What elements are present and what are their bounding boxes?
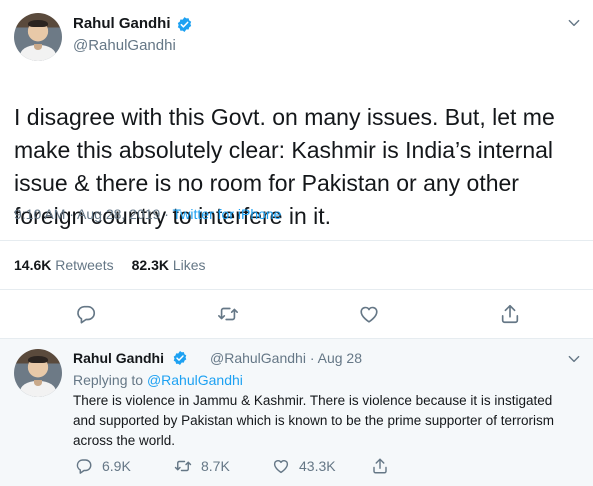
like-icon	[360, 306, 378, 323]
reply-retweet-button[interactable]: 8.7K	[174, 457, 230, 475]
like-icon	[273, 460, 289, 474]
reply-reply-button[interactable]: 6.9K	[75, 457, 131, 475]
divider	[0, 240, 593, 241]
chevron-down-icon[interactable]	[567, 16, 581, 30]
reply-author-avatar[interactable]	[14, 349, 62, 397]
replying-to: Replying to @RahulGandhi	[73, 372, 243, 388]
retweets-stat[interactable]: 14.6K Retweets	[14, 257, 114, 273]
author-name[interactable]: Rahul Gandhi	[73, 15, 171, 32]
retweet-count: 8.7K	[201, 458, 230, 474]
retweet-icon	[174, 460, 192, 472]
like-count: 43.3K	[299, 458, 336, 474]
share-icon	[501, 304, 519, 324]
share-button[interactable]	[499, 303, 521, 325]
divider	[0, 289, 593, 290]
likes-label: Likes	[172, 257, 206, 273]
tweet-stats: 14.6K Retweets 82.3K Likes	[14, 257, 206, 273]
chevron-down-icon[interactable]	[567, 352, 581, 366]
verified-badge-icon	[177, 17, 192, 32]
tweet-timestamp[interactable]: 9:10 AM · Aug 28, 2019 ·	[14, 206, 173, 222]
tweet-source[interactable]: Twitter for iPhone	[173, 206, 282, 222]
reply-button[interactable]	[75, 303, 97, 325]
reply-count: 6.9K	[102, 458, 131, 474]
reply-icon	[77, 305, 96, 324]
author-handle[interactable]: @RahulGandhi	[73, 37, 176, 54]
likes-stat[interactable]: 82.3K Likes	[132, 257, 206, 273]
reply-icon	[76, 459, 92, 474]
reply-share-button[interactable]	[371, 457, 398, 475]
retweets-label: Retweets	[55, 257, 114, 273]
retweet-button[interactable]	[217, 303, 239, 325]
reply-tweet[interactable]: Rahul Gandhi @RahulGandhi · Aug 28 Reply…	[0, 339, 593, 486]
replying-to-prefix: Replying to	[73, 372, 147, 388]
reply-handle-date[interactable]: @RahulGandhi · Aug 28	[210, 350, 362, 366]
likes-count: 82.3K	[131, 257, 169, 273]
verified-badge-icon	[173, 351, 187, 365]
reply-text: There is violence in Jammu & Kashmir. Th…	[73, 393, 554, 448]
like-button[interactable]	[358, 303, 380, 325]
main-tweet: Rahul Gandhi @RahulGandhi I disagree wit…	[0, 0, 593, 338]
author-avatar[interactable]	[14, 13, 62, 61]
share-icon	[373, 458, 387, 474]
retweets-count: 14.6K	[14, 257, 52, 273]
tweet-meta: 9:10 AM · Aug 28, 2019 · Twitter for iPh…	[14, 206, 281, 222]
replying-to-handle[interactable]: @RahulGandhi	[147, 372, 243, 388]
retweet-icon	[218, 307, 238, 321]
reply-author-name[interactable]: Rahul Gandhi	[73, 350, 164, 366]
reply-like-button[interactable]: 43.3K	[272, 457, 336, 475]
